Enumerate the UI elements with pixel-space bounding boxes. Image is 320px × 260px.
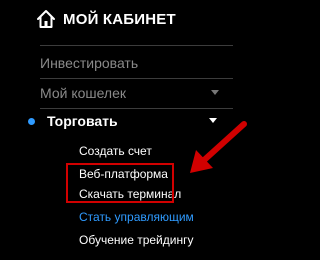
menu-section-trade[interactable]: Торговать bbox=[47, 113, 118, 129]
menu-item-invest[interactable]: Инвестировать bbox=[40, 52, 262, 74]
bullet-dot-icon bbox=[28, 118, 35, 125]
submenu-item-become-manager[interactable]: Стать управляющим bbox=[79, 210, 194, 224]
cabinet-header[interactable]: МОЙ КАБИНЕТ bbox=[36, 6, 176, 32]
menu-item-label: Инвестировать bbox=[40, 55, 139, 71]
menu-item-label: Мой кошелек bbox=[40, 85, 127, 101]
submenu-item-create-account[interactable]: Создать счет bbox=[79, 144, 152, 158]
submenu-item-trading-education[interactable]: Обучение трейдингу bbox=[79, 233, 193, 247]
divider bbox=[40, 78, 233, 79]
red-arrow-icon bbox=[190, 121, 247, 173]
home-icon bbox=[37, 10, 55, 28]
divider bbox=[40, 108, 233, 109]
divider bbox=[40, 45, 233, 46]
red-highlight-box bbox=[66, 163, 174, 203]
menu-item-wallet[interactable]: Мой кошелек bbox=[40, 82, 262, 104]
page-title: МОЙ КАБИНЕТ bbox=[63, 10, 176, 28]
chevron-down-icon[interactable] bbox=[211, 90, 219, 95]
